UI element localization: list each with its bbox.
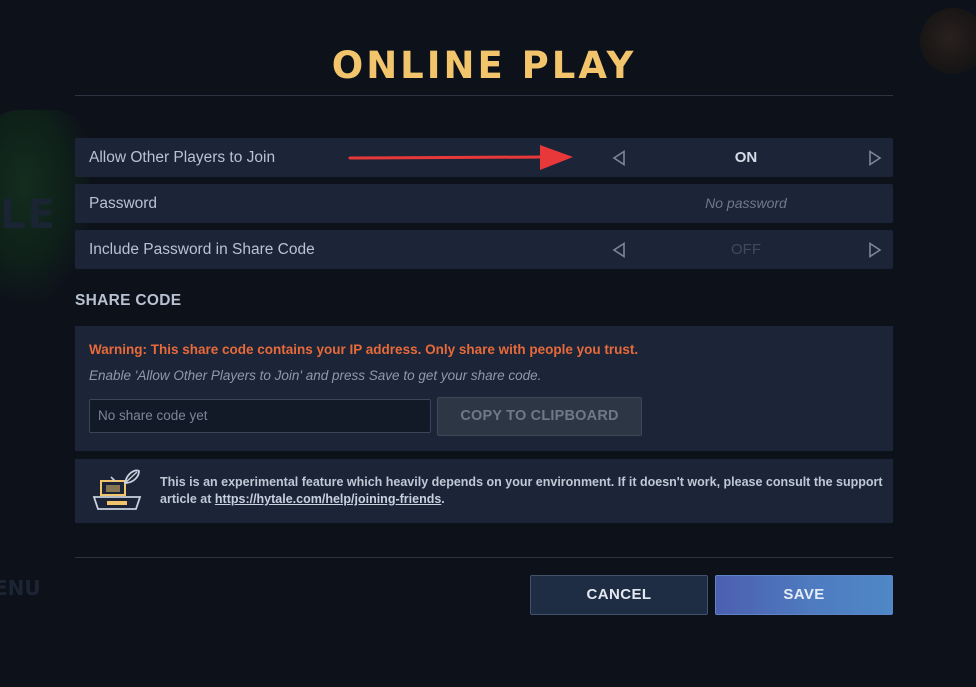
password-row[interactable]: Password No password <box>75 184 893 223</box>
experimental-info-panel: This is an experimental feature which he… <box>75 459 893 523</box>
background-menu-text: ENU <box>0 576 41 600</box>
share-code-panel: Warning: This share code contains your I… <box>75 326 893 451</box>
info-end-text: . <box>441 492 445 506</box>
annotation-arrow-icon <box>348 145 573 170</box>
support-article-link[interactable]: https://hytale.com/help/joining-friends <box>215 492 441 506</box>
save-button[interactable]: SAVE <box>715 575 893 615</box>
experimental-feature-icon <box>91 467 143 513</box>
share-code-heading: SHARE CODE <box>75 292 182 309</box>
share-code-input[interactable]: No share code yet <box>89 399 431 433</box>
include-password-row: Include Password in Share Code OFF <box>75 230 893 269</box>
allow-join-label: Allow Other Players to Join <box>89 149 276 166</box>
page-title: ONLINE PLAY <box>331 44 637 87</box>
experimental-info-text: This is an experimental feature which he… <box>160 474 885 508</box>
cancel-button[interactable]: CANCEL <box>530 575 708 615</box>
background-logo-text: LE <box>0 192 57 238</box>
triangle-right-icon[interactable] <box>868 242 882 258</box>
share-code-hint: Enable 'Allow Other Players to Join' and… <box>89 368 542 383</box>
password-field[interactable]: No password <box>630 184 862 223</box>
triangle-left-icon[interactable] <box>612 242 626 258</box>
bottom-divider <box>75 557 893 558</box>
copy-to-clipboard-button[interactable]: COPY TO CLIPBOARD <box>437 397 642 436</box>
triangle-right-icon[interactable] <box>868 150 882 166</box>
top-divider <box>75 95 893 96</box>
allow-join-value: ON <box>734 149 758 166</box>
password-label: Password <box>89 195 158 212</box>
include-password-label: Include Password in Share Code <box>89 241 315 258</box>
include-password-value: OFF <box>731 241 761 258</box>
triangle-left-icon[interactable] <box>612 150 626 166</box>
share-code-warning: Warning: This share code contains your I… <box>89 342 639 357</box>
